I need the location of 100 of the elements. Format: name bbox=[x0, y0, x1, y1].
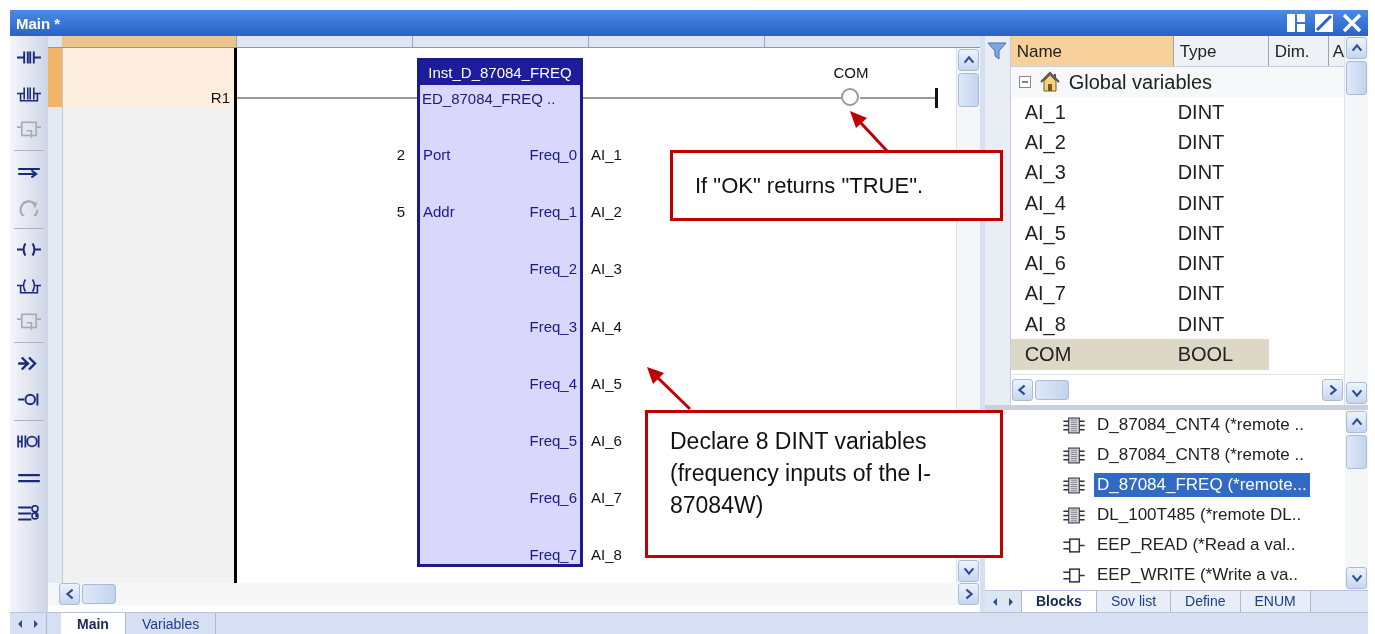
table-row[interactable]: AI_3 DINT bbox=[1010, 157, 1344, 188]
table-cell-text: AI_4 bbox=[1023, 190, 1067, 217]
output-pin-label: Freq_5 bbox=[528, 432, 577, 449]
panel-tab[interactable]: Sov list bbox=[1096, 591, 1172, 612]
table-cell-text: AI_6 bbox=[1023, 251, 1067, 277]
table-cell-text: DINT bbox=[1176, 311, 1226, 337]
output-pin-label: Freq_1 bbox=[528, 203, 577, 221]
scroll-right-button[interactable] bbox=[1322, 379, 1343, 401]
block-instance-name: Inst_D_87084_FREQ bbox=[420, 61, 580, 85]
scrollbar-thumb[interactable] bbox=[1346, 435, 1367, 469]
table-row[interactable]: AI_4 DINT bbox=[1010, 187, 1344, 219]
coil-label: COM bbox=[832, 64, 870, 81]
input-value: 2 bbox=[395, 146, 405, 163]
contact-icon[interactable] bbox=[17, 49, 41, 66]
scroll-up-button[interactable] bbox=[1346, 37, 1367, 59]
input-pin-label: Addr bbox=[423, 203, 455, 221]
panel-tab[interactable]: ENUM bbox=[1240, 591, 1311, 612]
output-pin-label: Freq_7 bbox=[528, 546, 577, 564]
output-variable: AI_3 bbox=[591, 260, 622, 278]
output-variable: AI_1 bbox=[591, 146, 622, 163]
column-header[interactable]: Name bbox=[1010, 36, 1174, 66]
input-pin-label: Port bbox=[423, 146, 451, 163]
callout-box: Declare 8 DINT variables (frequency inputs of the I-87084W) bbox=[645, 410, 1003, 558]
function-icon bbox=[1062, 566, 1086, 584]
block-list-item[interactable]: DL_100T485 (*remote DL.. bbox=[1094, 503, 1305, 527]
coil-icon[interactable] bbox=[17, 241, 41, 258]
table-cell: COM bbox=[1010, 339, 1174, 370]
scroll-up-button[interactable] bbox=[958, 49, 979, 71]
table-cell-text: AI_7 bbox=[1023, 281, 1067, 307]
return-icon[interactable] bbox=[17, 391, 41, 408]
table-cell-text: DINT bbox=[1176, 99, 1226, 125]
function-icon bbox=[1062, 536, 1086, 554]
parallel-contact-icon[interactable] bbox=[17, 85, 41, 102]
scroll-down-button[interactable] bbox=[958, 560, 979, 582]
rung-label: R1 bbox=[210, 89, 230, 106]
scrollbar-thumb[interactable] bbox=[1034, 380, 1069, 400]
table-cell-text: AI_2 bbox=[1023, 129, 1067, 156]
table-cell-text: AI_3 bbox=[1023, 160, 1067, 186]
scrollbar-thumb[interactable] bbox=[1346, 61, 1367, 95]
home-icon bbox=[1038, 71, 1061, 93]
window-title: Main * bbox=[16, 14, 61, 32]
table-cell-text: AI_8 bbox=[1023, 311, 1067, 338]
output-variable: AI_5 bbox=[591, 374, 622, 392]
table-cell-text: DINT bbox=[1176, 190, 1226, 216]
block-list-item[interactable]: D_87084_FREQ (*remote... bbox=[1094, 473, 1310, 497]
column-header[interactable]: A bbox=[1328, 36, 1344, 66]
block-list-item[interactable]: EEP_READ (*Read a val.. bbox=[1094, 533, 1299, 557]
parallel-coil-icon[interactable] bbox=[17, 277, 41, 294]
collapse-icon[interactable] bbox=[1018, 76, 1031, 88]
scroll-right-button[interactable] bbox=[958, 583, 979, 605]
scroll-left-button[interactable] bbox=[1011, 379, 1033, 401]
block-list-item[interactable]: D_87084_CNT4 (*remote .. bbox=[1094, 413, 1307, 437]
table-cell-text: AI_1 bbox=[1023, 99, 1067, 126]
output-pin-label: Freq_2 bbox=[528, 260, 577, 278]
scrollbar-thumb[interactable] bbox=[958, 73, 979, 107]
scroll-left-button[interactable] bbox=[59, 583, 80, 605]
restore-icon[interactable] bbox=[1314, 13, 1334, 33]
table-row[interactable]: AI_5 DINT bbox=[1010, 218, 1344, 249]
table-row[interactable]: AI_1 DINT bbox=[1010, 97, 1344, 128]
rung-marker bbox=[48, 48, 62, 107]
group-label: Global variables bbox=[1068, 70, 1213, 94]
table-row[interactable]: AI_8 DINT bbox=[1010, 309, 1344, 340]
scroll-down-button[interactable] bbox=[1346, 567, 1367, 589]
column-header[interactable]: Dim. bbox=[1268, 36, 1329, 66]
branch-icon[interactable] bbox=[17, 505, 41, 522]
scroll-up-button[interactable] bbox=[1346, 411, 1367, 433]
output-variable: AI_8 bbox=[591, 546, 622, 564]
tile-icon[interactable] bbox=[1286, 13, 1306, 33]
block-list-item[interactable]: D_87084_CNT8 (*remote .. bbox=[1094, 443, 1307, 467]
table-row[interactable]: AI_6 DINT bbox=[1010, 248, 1344, 279]
function-block-icon bbox=[1062, 476, 1086, 494]
output-variable: AI_7 bbox=[591, 489, 622, 507]
close-icon[interactable] bbox=[1342, 13, 1362, 33]
coil-end-bar bbox=[935, 88, 938, 108]
contact-coil-icon[interactable] bbox=[17, 433, 41, 450]
editor-tab[interactable]: Variables bbox=[125, 613, 217, 634]
scrollbar-thumb[interactable] bbox=[82, 584, 116, 604]
panel-tab[interactable]: Blocks bbox=[1022, 591, 1097, 612]
table-row[interactable]: AI_2 DINT bbox=[1010, 127, 1344, 158]
table-row[interactable]: AI_7 DINT bbox=[1010, 278, 1344, 310]
output-pin-label: Freq_0 bbox=[528, 146, 577, 163]
output-pin-label: Freq_3 bbox=[528, 317, 577, 335]
function-block-icon bbox=[1062, 446, 1086, 464]
input-value: 5 bbox=[395, 203, 405, 221]
function-block-icon bbox=[1062, 416, 1086, 434]
callout-box: If "OK" returns "TRUE". bbox=[670, 150, 1003, 221]
column-header[interactable]: Type bbox=[1173, 36, 1269, 66]
table-cell-text: AI_5 bbox=[1023, 220, 1067, 247]
panel-tab[interactable]: Define bbox=[1171, 591, 1241, 612]
scroll-down-button[interactable] bbox=[1346, 382, 1367, 404]
table-cell-text: DINT bbox=[1176, 160, 1226, 186]
filter-icon[interactable] bbox=[987, 40, 1008, 62]
table-row[interactable]: COM BOOL bbox=[1010, 339, 1344, 370]
output-pin-label: Freq_6 bbox=[528, 489, 577, 507]
editor-tab[interactable]: Main bbox=[61, 613, 126, 634]
block-type-name: ED_87084_FREQ .. bbox=[421, 90, 557, 107]
block-list-item[interactable]: EEP_WRITE (*Write a va.. bbox=[1094, 563, 1301, 587]
table-cell-text: DINT bbox=[1176, 129, 1226, 155]
table-cell-text: DINT bbox=[1176, 281, 1226, 307]
output-pin-label: Freq_4 bbox=[528, 374, 577, 392]
